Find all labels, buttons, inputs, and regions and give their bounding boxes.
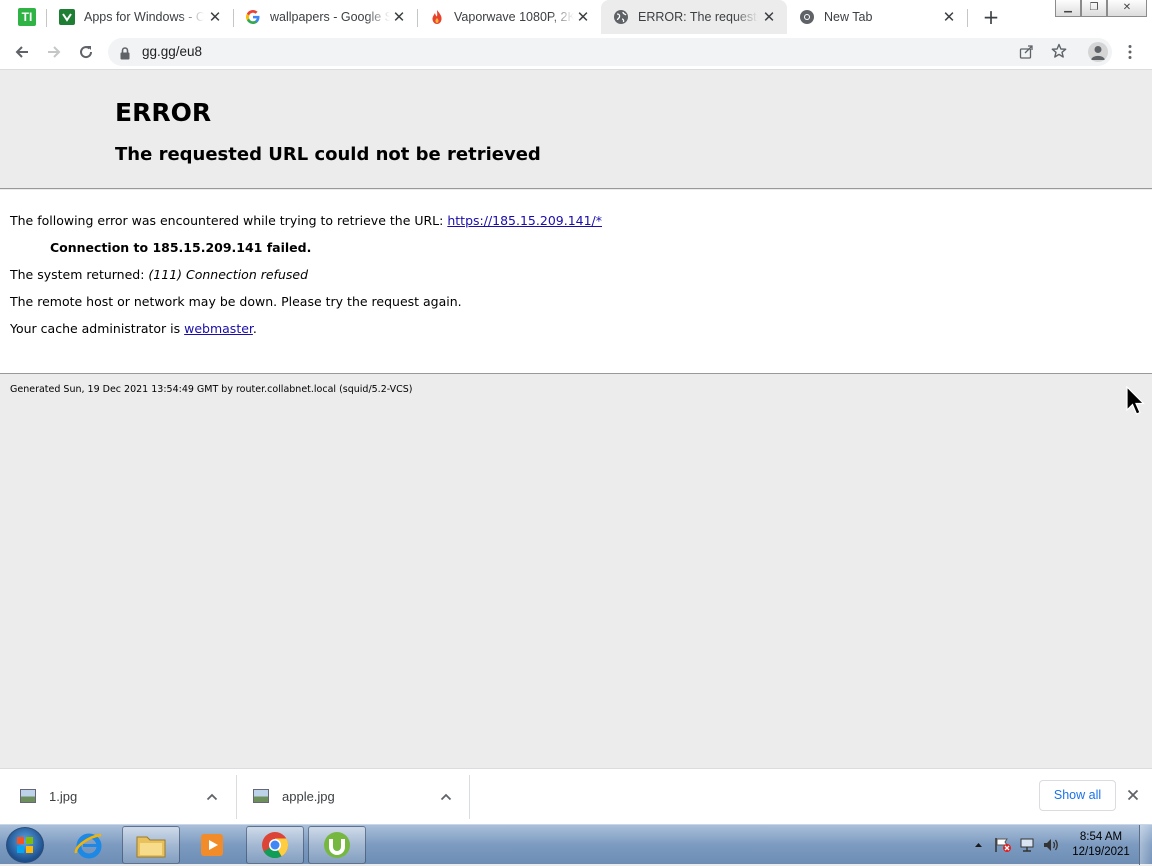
error-subtitle: The requested URL could not be retrieved: [115, 144, 541, 165]
error-failure-text: Connection to 185.15.209.141 failed.: [50, 240, 312, 255]
forward-button[interactable]: [42, 40, 66, 64]
tab-separator: [967, 9, 968, 27]
tab-strip: TI Apps for Windows - Ch ✕ wallpapers - …: [0, 0, 1152, 34]
taskbar: 8:54 AM 12/19/2021: [0, 824, 1152, 865]
volume-icon[interactable]: [1042, 837, 1060, 853]
error-header: ERROR The requested URL could not be ret…: [0, 71, 1152, 189]
profile-avatar-icon[interactable]: [1088, 42, 1108, 62]
tab-new-tab[interactable]: New Tab ✕: [787, 0, 967, 34]
admin-line: Your cache administrator is webmaster.: [10, 321, 257, 336]
utorrent-taskbar-button[interactable]: [308, 826, 366, 864]
chrome-taskbar-button[interactable]: [246, 826, 304, 864]
system-returned-line: The system returned: (111) Connection re…: [10, 267, 308, 282]
reload-button[interactable]: [74, 40, 98, 64]
tab-error-active[interactable]: ERROR: The requested ✕: [601, 0, 787, 34]
download-filename[interactable]: apple.jpg: [282, 789, 335, 804]
share-icon[interactable]: [1019, 44, 1034, 63]
close-icon[interactable]: [1125, 787, 1141, 803]
internet-explorer-icon: [74, 833, 102, 859]
internet-explorer-taskbar-button[interactable]: [60, 826, 118, 864]
image-file-icon: [20, 789, 36, 803]
action-center-flag-icon[interactable]: [994, 837, 1012, 853]
admin-suffix: .: [252, 321, 257, 336]
show-all-button[interactable]: Show all: [1039, 780, 1116, 811]
arrow-right-icon: [48, 46, 61, 58]
download-item[interactable]: 1.jpg: [0, 769, 236, 825]
tab-wallpapers-google[interactable]: wallpapers - Google Se ✕: [233, 0, 417, 34]
close-icon[interactable]: ✕: [761, 9, 777, 25]
url-text[interactable]: gg.gg/eu8: [142, 44, 202, 59]
bookmark-star-icon[interactable]: [1051, 43, 1067, 63]
clock-date: 12/19/2021: [1072, 846, 1130, 858]
error-intro-line: The following error was encountered whil…: [10, 213, 602, 228]
taskbar-clock[interactable]: 8:54 AM 12/19/2021: [1068, 830, 1134, 860]
page-content: ERROR The requested URL could not be ret…: [0, 71, 1152, 768]
reload-icon: [80, 46, 93, 59]
media-player-icon: [201, 834, 223, 856]
chevron-up-icon[interactable]: [205, 789, 219, 803]
start-button[interactable]: [6, 827, 44, 863]
webmaster-link[interactable]: webmaster: [184, 321, 253, 336]
tab-title: wallpapers - Google Se: [270, 10, 390, 24]
generated-footer: Generated Sun, 19 Dec 2021 13:54:49 GMT …: [10, 384, 413, 395]
tray-expand-icon[interactable]: [974, 841, 983, 849]
tab-title: New Tab: [824, 10, 873, 24]
arrow-left-icon: [15, 46, 28, 58]
download-item[interactable]: apple.jpg: [233, 769, 469, 825]
folder-icon: [136, 836, 166, 858]
minimize-button[interactable]: ▁: [1055, 0, 1081, 17]
error-intro-text: The following error was encountered whil…: [10, 213, 448, 228]
chrome-icon: [262, 832, 289, 859]
close-window-button[interactable]: ✕: [1107, 0, 1147, 17]
flame-icon: [429, 9, 445, 25]
tab-vaporwave[interactable]: Vaporwave 1080P, 2K, ✕: [417, 0, 601, 34]
windows-logo-icon: [17, 837, 33, 853]
show-desktop-button[interactable]: [1139, 825, 1152, 865]
close-icon[interactable]: ✕: [575, 9, 591, 25]
system-error-text: (111) Connection refused: [148, 267, 308, 282]
chevron-up-icon[interactable]: [439, 789, 453, 803]
file-explorer-taskbar-button[interactable]: [122, 826, 180, 864]
kebab-menu-icon[interactable]: [1124, 44, 1136, 60]
error-advice-text: The remote host or network may be down. …: [10, 294, 462, 309]
app-icon[interactable]: TI: [18, 8, 36, 26]
close-icon[interactable]: ✕: [391, 9, 407, 25]
tab-apps-for-windows[interactable]: Apps for Windows - Ch ✕: [47, 0, 233, 34]
browser-toolbar: gg.gg/eu8: [0, 34, 1152, 70]
google-g-icon: [245, 9, 261, 25]
network-icon[interactable]: [1018, 837, 1036, 853]
error-title: ERROR: [115, 98, 212, 127]
clock-time: 8:54 AM: [1079, 831, 1123, 843]
system-returned-label: The system returned:: [10, 267, 149, 282]
admin-label: Your cache administrator is: [10, 321, 185, 336]
download-separator: [469, 775, 470, 819]
restore-button[interactable]: ❐: [1081, 0, 1107, 17]
chrome-icon: [799, 9, 815, 25]
address-bar[interactable]: gg.gg/eu8: [108, 38, 1112, 66]
lock-icon[interactable]: [120, 45, 130, 64]
download-filename[interactable]: 1.jpg: [49, 789, 77, 804]
back-button[interactable]: [10, 40, 34, 64]
tab-title: Apps for Windows - Ch: [84, 10, 204, 24]
media-player-taskbar-button[interactable]: [184, 826, 242, 864]
green-v-icon: [59, 9, 75, 25]
utorrent-icon: [324, 832, 350, 858]
tab-title: Vaporwave 1080P, 2K,: [454, 10, 574, 24]
new-tab-button[interactable]: +: [981, 7, 1001, 27]
tab-title: ERROR: The requested: [638, 10, 758, 24]
error-body: The following error was encountered whil…: [0, 190, 1152, 374]
close-icon[interactable]: ✕: [207, 9, 223, 25]
close-icon[interactable]: ✕: [941, 9, 957, 25]
image-file-icon: [253, 789, 269, 803]
error-url-link[interactable]: https://185.15.209.141/*: [447, 213, 602, 228]
globe-icon: [613, 9, 629, 25]
mouse-cursor-icon: [1126, 385, 1146, 422]
downloads-shelf: 1.jpg apple.jpg Show all: [0, 768, 1152, 824]
